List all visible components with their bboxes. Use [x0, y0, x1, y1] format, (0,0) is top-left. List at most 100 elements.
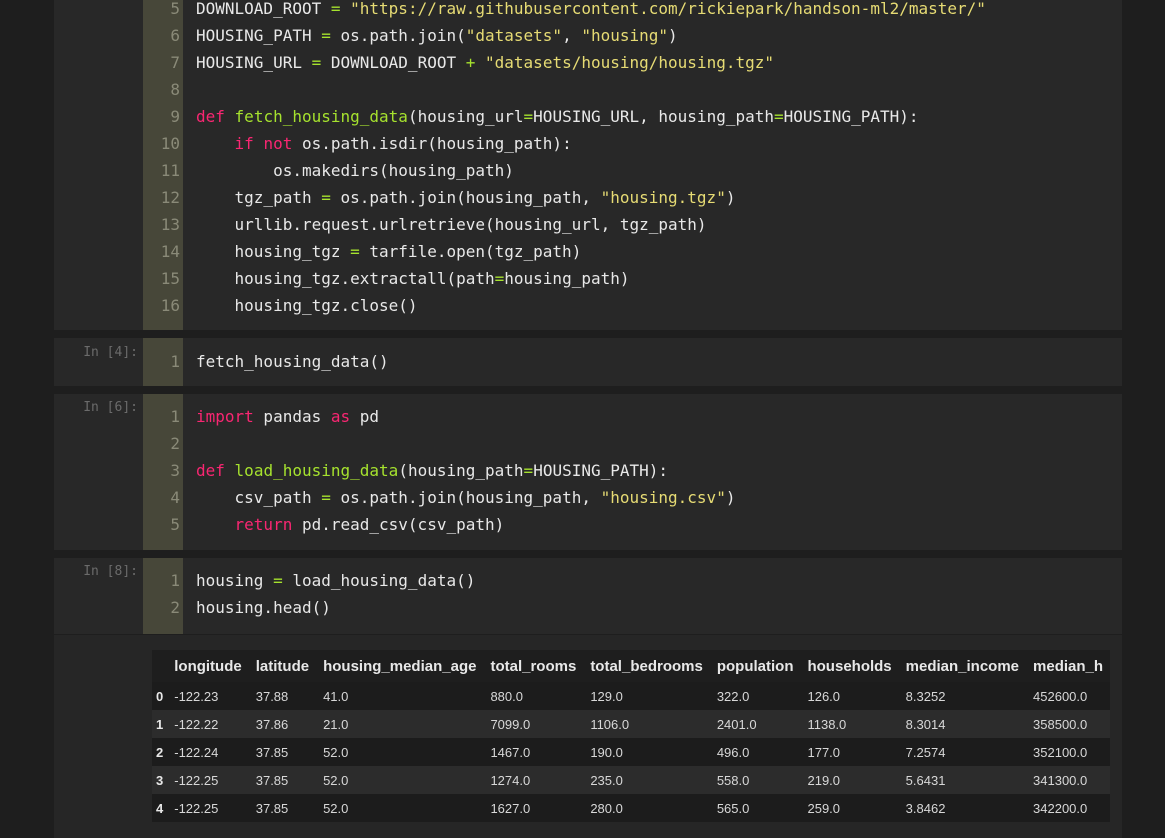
code-editor[interactable]: fetch_housing_data(): [196, 348, 389, 375]
code-line[interactable]: fetch_housing_data(): [196, 348, 389, 375]
code-token: =: [350, 242, 360, 261]
table-cell: 1138.0: [807, 716, 847, 732]
code-token: os.path.join(housing_path,: [330, 488, 601, 507]
column-header: households: [800, 650, 899, 682]
code-token: housing_path): [504, 269, 630, 288]
code-token: DOWNLOAD_ROOT: [196, 0, 331, 18]
line-number: 12: [160, 188, 180, 207]
code-token: =: [311, 53, 322, 72]
code-cell[interactable]: In [6]: 1 2 3 4 5 import pandas as pd def loa…: [54, 394, 1122, 550]
code-token: pd.read_csv(csv_path): [292, 515, 505, 534]
code-token: =: [523, 461, 534, 480]
code-line[interactable]: DOWNLOAD_ROOT = "https://raw.githubuserc…: [196, 0, 986, 22]
code-token: =: [273, 571, 283, 590]
row-index: 4: [156, 800, 164, 816]
code-line[interactable]: tgz_path = os.path.join(housing_path, "h…: [196, 184, 986, 211]
code-editor[interactable]: DOWNLOAD_ROOT = "https://raw.githubuserc…: [196, 0, 986, 319]
table-cell: 37.85: [255, 800, 289, 816]
code-token: HOUSING_PATH: [196, 26, 322, 45]
line-number: 9: [170, 107, 180, 126]
code-line[interactable]: housing_tgz.extractall(path=housing_path…: [196, 265, 986, 292]
table-cell: 558.0: [716, 772, 750, 788]
code-line[interactable]: [196, 76, 986, 103]
code-line[interactable]: HOUSING_URL = DOWNLOAD_ROOT + "datasets/…: [196, 49, 986, 76]
code-line[interactable]: csv_path = os.path.join(housing_path, "h…: [196, 484, 736, 511]
table-cell: 3.8462: [905, 800, 946, 816]
table-cell: 358500.0: [1033, 716, 1088, 732]
table-cell: 37.85: [255, 744, 289, 760]
code-token: housing_tgz.extractall(path: [196, 269, 495, 288]
column-header: population: [709, 650, 801, 682]
code-token: (housing_path: [398, 461, 524, 480]
code-token: fetch_housing_data: [234, 107, 408, 126]
code-cell[interactable]: 5 6 7 8 9 10 11 12 13 14 15 16 DOWNLOAD_ROOT = "htt…: [54, 0, 1122, 330]
code-line[interactable]: housing_tgz.close(): [196, 292, 986, 319]
line-number: 16: [160, 296, 180, 315]
row-index: 1: [156, 716, 164, 732]
table-row: 1 -122.22 37.86 21.0 7099.0 1106.0 2401.0 1138.…: [152, 710, 1110, 738]
code-line[interactable]: HOUSING_PATH = os.path.join("datasets", …: [196, 22, 986, 49]
code-line[interactable]: if not os.path.isdir(housing_path):: [196, 130, 986, 157]
cell-prompt: In [6]:: [83, 400, 138, 415]
code-token: +: [465, 53, 476, 72]
table-cell: 8.3252: [905, 688, 946, 704]
code-token: tarfile.open(tgz_path): [359, 242, 582, 261]
line-number: 3: [170, 461, 180, 480]
code-token: csv_path: [196, 488, 322, 507]
code-editor[interactable]: housing = load_housing_data() housing.hea…: [196, 567, 475, 621]
code-token: "datasets/housing/housing.tgz": [485, 53, 774, 72]
code-token: housing.head(): [196, 598, 331, 617]
code-line[interactable]: def load_housing_data(housing_path=HOUSI…: [196, 457, 735, 484]
code-token: =: [494, 269, 505, 288]
code-token: =: [321, 188, 331, 207]
code-line[interactable]: housing.head(): [196, 594, 475, 621]
code-line[interactable]: os.makedirs(housing_path): [196, 157, 986, 184]
code-token: not: [263, 134, 293, 153]
code-line[interactable]: return pd.read_csv(csv_path): [196, 511, 735, 538]
code-token: (housing_url: [407, 107, 524, 126]
code-token: =: [321, 488, 331, 507]
code-token: os.makedirs(housing_path): [196, 161, 514, 180]
code-token: "housing.csv": [600, 488, 726, 507]
code-token: "https://raw.githubusercontent.com/ricki…: [350, 0, 986, 18]
table-row: 0 -122.23 37.88 41.0 880.0 129.0 322.0 126.0 8.3…: [152, 682, 1110, 710]
code-line[interactable]: housing = load_housing_data(): [196, 567, 475, 594]
dataframe-table: longitude latitude housing_median_age total…: [152, 650, 1110, 822]
table-cell: 129.0: [590, 688, 623, 704]
code-line[interactable]: urllib.request.urlretrieve(housing_url, …: [196, 211, 986, 238]
line-number: 1: [170, 571, 180, 590]
dataframe-scroll[interactable]: longitude latitude housing_median_age total…: [152, 650, 1110, 838]
table-cell: 1467.0: [490, 744, 531, 760]
code-token: return: [234, 515, 293, 534]
line-number-gutter: 12: [143, 558, 183, 634]
column-header: latitude: [248, 650, 317, 682]
line-number: 1: [170, 407, 180, 426]
column-header: longitude: [167, 650, 249, 682]
code-token: "datasets": [465, 26, 563, 45]
code-token: as: [330, 407, 351, 426]
code-editor[interactable]: import pandas as pd def load_housing_data…: [196, 403, 735, 538]
line-number: 10: [160, 134, 180, 153]
code-token: "housing.tgz": [600, 188, 726, 207]
code-line[interactable]: import pandas as pd: [196, 403, 735, 430]
code-token: pandas: [253, 407, 331, 426]
table-cell: 41.0: [323, 688, 349, 704]
code-line[interactable]: def fetch_housing_data(housing_url=HOUSI…: [196, 103, 986, 130]
line-number: 2: [170, 434, 180, 453]
code-cell[interactable]: In [4]: 1 fetch_housing_data(): [54, 338, 1122, 386]
code-token: =: [321, 26, 331, 45]
code-line[interactable]: [196, 430, 735, 457]
row-index: 0: [156, 688, 164, 704]
code-token: os.path.join(: [330, 26, 466, 45]
table-header-row: longitude latitude housing_median_age total…: [152, 650, 1110, 682]
code-token: =: [523, 107, 534, 126]
code-line[interactable]: housing_tgz = tarfile.open(tgz_path): [196, 238, 986, 265]
code-token: HOUSING_PATH):: [783, 107, 919, 126]
code-token: fetch_housing_data(): [196, 352, 389, 371]
code-cell[interactable]: In [8]: 12 housing = load_housing_data()…: [54, 558, 1122, 634]
row-index: 3: [156, 772, 164, 788]
